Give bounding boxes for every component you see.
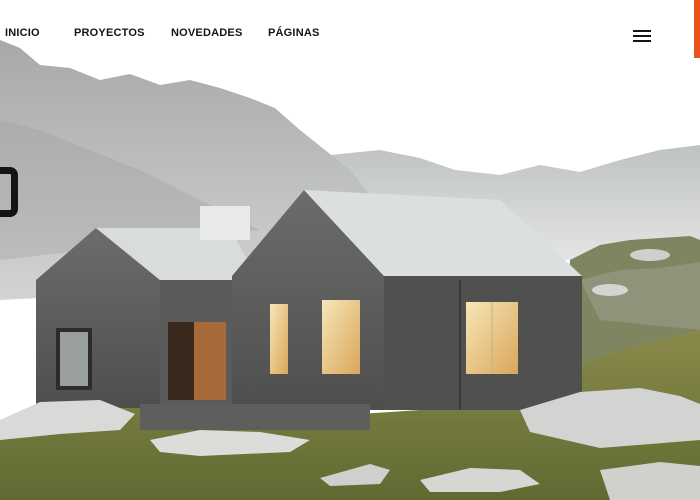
nav-item-novedades[interactable]: NOVEDADES [171, 27, 242, 39]
nav-item-paginas[interactable]: PÁGINAS [268, 27, 320, 39]
hero-title-glyph [0, 167, 18, 217]
cabin-mountain-illustration [0, 0, 700, 500]
hamburger-menu-icon[interactable] [633, 30, 653, 44]
nav-item-inicio[interactable]: INICIO [5, 27, 40, 39]
accent-bar [694, 0, 700, 58]
nav-item-proyectos[interactable]: PROYECTOS [74, 27, 145, 39]
hero-image [0, 0, 700, 500]
main-nav: INICIO PROYECTOS NOVEDADES PÁGINAS [0, 0, 700, 66]
